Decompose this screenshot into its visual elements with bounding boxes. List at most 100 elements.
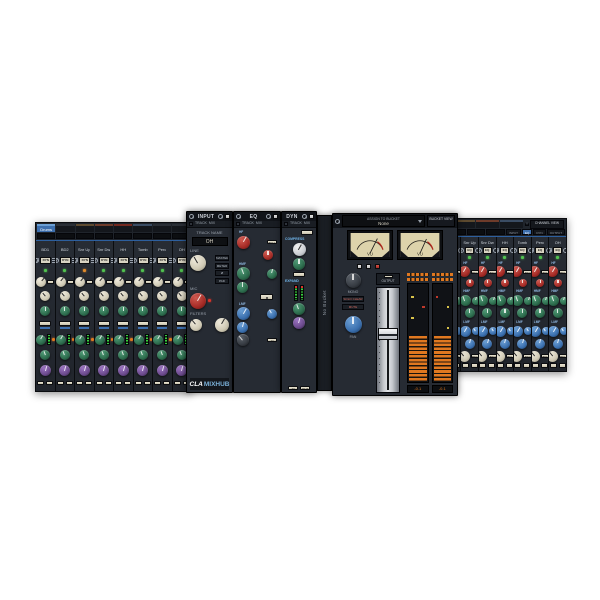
strip-in-button[interactable]	[37, 381, 44, 386]
strip-in-button[interactable]	[96, 381, 103, 386]
output-knob[interactable]	[79, 365, 90, 376]
bank-tab[interactable]	[56, 224, 74, 232]
hmf-q-knob[interactable]	[489, 297, 496, 305]
strip-button[interactable]	[145, 280, 152, 284]
hf-freq-knob[interactable]	[501, 279, 509, 287]
comp-ratio-knob[interactable]	[99, 306, 109, 316]
comp-in-button[interactable]	[137, 321, 149, 326]
name-box[interactable]	[76, 233, 94, 239]
pan-knob[interactable]	[138, 291, 148, 301]
name-box[interactable]	[56, 233, 74, 239]
strip-in-button[interactable]	[479, 363, 486, 368]
eq-badge[interactable]: EQ	[535, 247, 544, 254]
zoom-icon[interactable]	[266, 214, 271, 219]
lmf-freq-knob[interactable]	[237, 322, 248, 333]
preset-track[interactable]: TRACK	[290, 222, 302, 226]
pan-knob[interactable]	[345, 316, 362, 333]
zoom-icon[interactable]	[335, 219, 340, 224]
lmf-gain-knob[interactable]	[461, 326, 470, 337]
vu-mode-button[interactable]	[366, 264, 371, 269]
lmf-gain-knob[interactable]	[532, 326, 541, 337]
output-knob[interactable]	[118, 365, 129, 376]
input-option-button[interactable]: Ø	[215, 270, 229, 276]
comp-release-knob[interactable]	[173, 335, 183, 345]
lf-gain-knob[interactable]	[461, 351, 469, 362]
hf-freq-knob[interactable]	[484, 279, 492, 287]
lf-gain-knob[interactable]	[497, 351, 505, 362]
hf-freq-knob[interactable]	[554, 279, 562, 287]
strip-button[interactable]	[67, 280, 74, 284]
comp-ratio-knob[interactable]	[293, 243, 306, 256]
strip-in-button[interactable]	[57, 381, 64, 386]
name-box[interactable]	[133, 233, 151, 239]
comp-fast-button[interactable]	[293, 272, 305, 277]
strip-out-button[interactable]	[105, 381, 112, 386]
comp-ratio-knob[interactable]	[118, 306, 128, 316]
solo-clear-button[interactable]: SOLO CLEAR	[342, 296, 364, 302]
dyn-badge[interactable]: DYN	[60, 257, 71, 264]
phase-icon[interactable]	[153, 258, 156, 263]
strip-out-button[interactable]	[163, 381, 170, 386]
bank-tab-selected[interactable]: Drums	[37, 224, 55, 232]
lf-gain-knob[interactable]	[237, 334, 249, 346]
exp-threshold-knob[interactable]	[60, 350, 70, 360]
section-tab[interactable]: INPUT	[506, 229, 521, 235]
lmf-freq-knob[interactable]	[517, 339, 527, 349]
comp-in-button[interactable]	[78, 321, 90, 326]
lmf-q-knob[interactable]	[560, 327, 566, 335]
hmf-freq-knob[interactable]	[553, 308, 563, 318]
output-knob[interactable]	[59, 365, 70, 376]
dyn-badge[interactable]: DYN	[99, 257, 110, 264]
gain-knob[interactable]	[36, 277, 46, 287]
phase-icon[interactable]	[461, 248, 464, 253]
name-box[interactable]	[114, 233, 132, 239]
hmf-freq-knob[interactable]	[517, 308, 527, 318]
strip-out-button[interactable]	[506, 363, 513, 368]
lmf-freq-knob[interactable]	[535, 339, 545, 349]
zoom-icon[interactable]	[189, 214, 194, 219]
comp-in-button[interactable]	[156, 321, 168, 326]
hf-gain-knob[interactable]	[237, 236, 250, 249]
copy-icon[interactable]	[236, 222, 240, 226]
strip-out-button[interactable]	[124, 381, 131, 386]
zoom-icon[interactable]	[218, 214, 223, 219]
lmf-freq-knob[interactable]	[553, 339, 563, 349]
menu-box[interactable]	[525, 222, 529, 226]
hf-bell-button[interactable]: BELL	[541, 270, 549, 275]
hmf-q-knob[interactable]	[542, 297, 549, 305]
output-knob[interactable]	[157, 365, 168, 376]
zoom-icon[interactable]	[563, 248, 566, 253]
lmf-gain-knob[interactable]	[514, 326, 523, 337]
bank-tab[interactable]	[95, 224, 113, 232]
strip-in-button[interactable]	[514, 363, 521, 368]
pan-knob[interactable]	[79, 291, 89, 301]
output-fader[interactable]	[376, 287, 400, 393]
output-knob[interactable]	[137, 365, 148, 376]
preset-mix[interactable]: MIX	[209, 222, 215, 226]
gain-knob[interactable]	[75, 277, 85, 287]
eq-divide-button[interactable]	[260, 294, 273, 300]
lmf-freq-knob[interactable]	[465, 339, 475, 349]
dyn-badge[interactable]: DYN	[118, 257, 129, 264]
comp-ratio-knob[interactable]	[138, 306, 148, 316]
comp-release-knob[interactable]	[293, 258, 305, 270]
fader-cap[interactable]	[378, 328, 398, 340]
strip-out-button[interactable]	[471, 363, 478, 368]
strip-in-button[interactable]	[115, 381, 122, 386]
hf-freq-knob[interactable]	[466, 279, 474, 287]
phase-icon[interactable]	[479, 248, 482, 253]
collapse-button[interactable]	[309, 214, 314, 219]
input-option-button[interactable]: MASTER	[215, 255, 229, 261]
hmf-gain-knob[interactable]	[237, 267, 250, 280]
phase-icon[interactable]	[532, 248, 535, 253]
comp-release-knob[interactable]	[75, 335, 85, 345]
gain-knob[interactable]	[95, 277, 105, 287]
pan-knob[interactable]	[157, 291, 167, 301]
hmf-gain-knob[interactable]	[497, 295, 506, 306]
section-tab[interactable]: DYN	[533, 229, 545, 235]
gain-knob[interactable]	[56, 277, 66, 287]
lmf-q-knob[interactable]	[524, 327, 531, 335]
comp-ratio-knob[interactable]	[40, 306, 50, 316]
lmf-freq-knob[interactable]	[482, 339, 492, 349]
comp-in-button[interactable]	[98, 321, 110, 326]
